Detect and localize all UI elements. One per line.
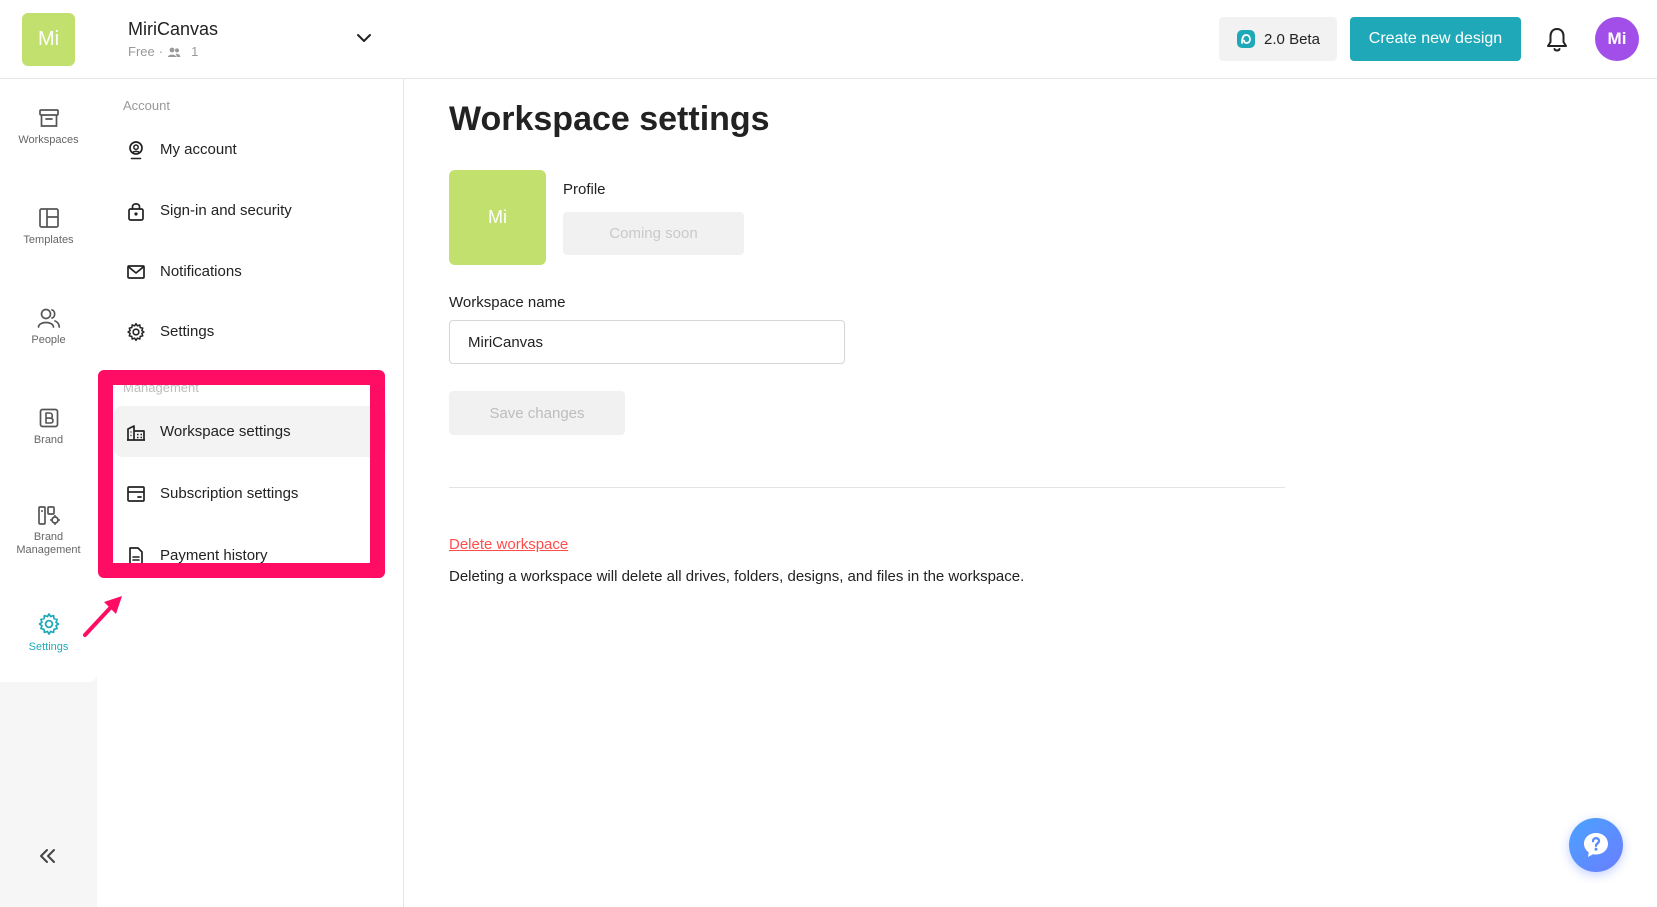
meta-separator: · (158, 44, 164, 59)
rail-label: People (31, 334, 66, 346)
envelope-icon (127, 264, 145, 279)
nav-item-workspace-settings[interactable]: Workspace settings (114, 406, 386, 457)
beta-label: 2.0 Beta (1264, 30, 1320, 48)
nav-item-sign-in-security[interactable]: Sign-in and security (114, 185, 386, 236)
rail-item-brand[interactable]: Brand (0, 407, 97, 447)
rail-item-people[interactable]: People (0, 307, 97, 347)
rail-label: Settings (28, 641, 69, 653)
workspace-logo[interactable]: Mi (22, 13, 75, 66)
nav-label: Workspace settings (160, 423, 291, 440)
nav-item-settings[interactable]: Settings (114, 306, 386, 357)
layout-icon (38, 208, 59, 228)
rail-label: Brand (33, 531, 64, 543)
delete-workspace-link[interactable]: Delete workspace (449, 536, 568, 553)
building-icon (127, 424, 145, 441)
workspace-meta: Free · 1 (128, 44, 198, 59)
avatar-initials: Mi (1607, 29, 1627, 48)
rail-item-settings[interactable]: Settings (0, 612, 97, 654)
lock-icon (128, 202, 144, 221)
document-icon (129, 546, 143, 565)
workspace-name[interactable]: MiriCanvas (128, 19, 218, 40)
settings-subnav: Account My account Sign-in and security … (97, 79, 404, 907)
nav-item-payment-history[interactable]: Payment history (114, 530, 386, 581)
brand-management-icon (37, 506, 60, 525)
create-new-design-button[interactable]: Create new design (1350, 17, 1521, 61)
nav-label: My account (160, 141, 237, 158)
workspace-name-input[interactable] (449, 320, 845, 364)
bell-icon[interactable] (1544, 26, 1570, 54)
nav-label: Notifications (160, 263, 242, 280)
rail-label: Workspaces (18, 134, 79, 146)
top-header: Mi MiriCanvas Free · 1 2.0 Beta Create n… (0, 0, 1657, 79)
profile-image: Mi (449, 170, 546, 265)
workspace-name-label: Workspace name (449, 294, 566, 311)
delete-description: Deleting a workspace will delete all dri… (449, 568, 1025, 585)
section-label-account: Account (123, 98, 170, 113)
workspace-plan: Free (128, 44, 155, 59)
gear-icon (127, 322, 145, 341)
people-icon (37, 308, 60, 328)
nav-label: Settings (160, 323, 215, 340)
nav-item-my-account[interactable]: My account (114, 124, 386, 175)
rail-item-templates[interactable]: Templates (0, 207, 97, 247)
nav-label: Subscription settings (160, 485, 299, 502)
coming-soon-button[interactable]: Coming soon (563, 212, 744, 255)
beta-button[interactable]: 2.0 Beta (1219, 17, 1337, 61)
rail-item-workspaces[interactable]: Workspaces (0, 107, 97, 147)
nav-item-subscription-settings[interactable]: Subscription settings (114, 468, 386, 519)
section-divider (449, 487, 1285, 488)
chat-help-icon (1584, 833, 1608, 857)
rail-label-line2: Management (16, 544, 81, 556)
save-changes-button[interactable]: Save changes (449, 391, 625, 435)
person-badge-icon (129, 140, 143, 159)
archive-box-icon (38, 109, 59, 127)
rail-item-brand-management[interactable]: Brand Management (0, 504, 97, 557)
nav-item-notifications[interactable]: Notifications (114, 246, 386, 297)
profile-initials: Mi (488, 207, 507, 227)
workspace-logo-initials: Mi (37, 28, 60, 50)
gear-icon (38, 613, 59, 635)
left-rail: Workspaces Templates People Brand Brand … (0, 79, 97, 907)
user-avatar[interactable]: Mi (1595, 17, 1639, 61)
profile-label: Profile (563, 181, 606, 198)
chevron-down-icon[interactable] (354, 28, 374, 48)
nav-label: Sign-in and security (160, 202, 292, 219)
member-count: 1 (191, 44, 199, 59)
help-button[interactable] (1569, 818, 1623, 872)
brand-b-icon (39, 408, 58, 428)
rail-label: Templates (23, 234, 74, 246)
members-icon (167, 47, 181, 57)
section-label-management: Management (123, 380, 199, 395)
rail-label: Brand (33, 434, 64, 446)
beta-app-icon (1237, 30, 1256, 48)
collapse-sidebar-icon[interactable] (36, 844, 60, 868)
page-title: Workspace settings (449, 100, 770, 138)
nav-label: Payment history (160, 547, 268, 564)
card-icon (127, 485, 145, 502)
